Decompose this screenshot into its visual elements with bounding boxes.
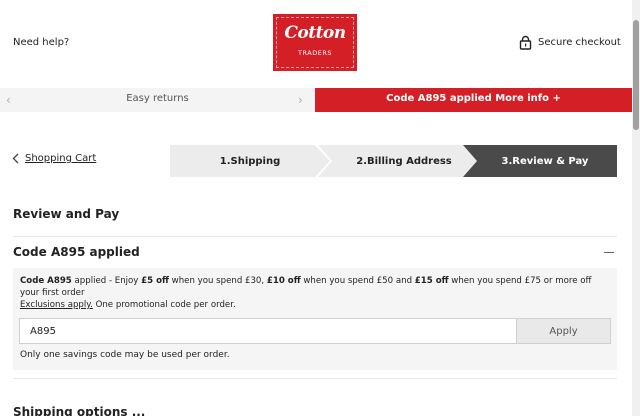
promo-desc-part: when you spend £50 and [300, 276, 415, 286]
back-to-cart-link[interactable]: Shopping Cart [12, 153, 96, 164]
logo-subtitle: TRADERS [298, 49, 332, 57]
step-shipping-label: 1.Shipping [219, 155, 281, 167]
scrollbar[interactable] [632, 0, 640, 416]
apply-code-button[interactable]: Apply [516, 318, 611, 344]
scrollbar-thumb[interactable] [633, 20, 639, 130]
one-code-note: Only one savings code may be used per or… [20, 350, 230, 360]
cotton-traders-logo[interactable]: Cotton TRADERS [273, 14, 357, 71]
promo-off-2: £10 off [266, 276, 301, 286]
promo-terms: Exclusions apply. One promotional code p… [20, 299, 236, 311]
divider [13, 378, 617, 379]
code-applied-banner[interactable]: Code A895 applied More info + [315, 88, 632, 112]
exclusions-link[interactable]: Exclusions apply. [20, 300, 93, 310]
step-billing-label: 2.Billing Address [356, 155, 452, 167]
promo-off-3: £15 off [414, 276, 449, 286]
promo-desc-part: when you spend £30, [168, 276, 267, 286]
promo-bar: ‹ Easy returns › Code A895 applied More … [0, 88, 632, 112]
next-section-title: Shipping options ... [13, 405, 146, 416]
step-review-pay: 3.Review & Pay [463, 145, 617, 177]
promo-carousel: ‹ Easy returns › [0, 88, 315, 112]
step-billing-address[interactable]: 2.Billing Address [318, 145, 478, 177]
divider [13, 236, 617, 237]
secure-checkout-label: Secure checkout [538, 37, 621, 48]
promo-code-panel: Code A895 applied - Enjoy £5 off when yo… [13, 268, 617, 370]
one-code-text: One promotional code per order. [92, 300, 236, 310]
promo-description: Code A895 applied - Enjoy £5 off when yo… [20, 275, 612, 299]
chevron-right-icon[interactable]: › [298, 93, 303, 107]
step-shipping[interactable]: 1.Shipping [170, 145, 330, 177]
step-review-label: 3.Review & Pay [501, 155, 589, 167]
collapse-minus-icon[interactable] [604, 252, 614, 253]
chevron-left-icon [12, 153, 19, 164]
lock-icon [519, 35, 532, 50]
back-to-cart-label: Shopping Cart [25, 153, 97, 164]
page-title: Review and Pay [13, 207, 120, 221]
promo-carousel-text: Easy returns [126, 93, 189, 104]
header: Need help? Cotton TRADERS Secure checkou… [0, 0, 640, 88]
need-help-link[interactable]: Need help? [13, 37, 69, 48]
promo-code-name: Code A895 [20, 276, 72, 286]
checkout-steps: 1.Shipping 2.Billing Address 3.Review & … [170, 145, 617, 177]
promo-off-1: £5 off [141, 276, 169, 286]
promo-code-input[interactable] [19, 318, 517, 344]
promo-desc-part: applied - Enjoy [71, 276, 142, 286]
code-applied-banner-text: Code A895 applied More info + [386, 93, 561, 104]
logo-wordmark: Cotton [284, 23, 346, 43]
code-section-title[interactable]: Code A895 applied [13, 245, 140, 259]
secure-checkout: Secure checkout [519, 35, 621, 50]
